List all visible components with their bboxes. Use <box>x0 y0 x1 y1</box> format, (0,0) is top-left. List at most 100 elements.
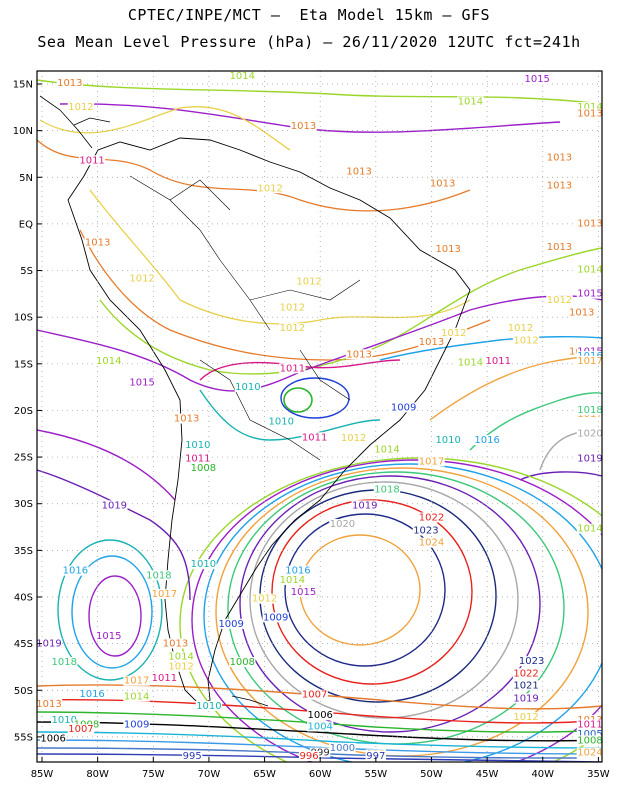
longitude-tick-label: 80W <box>86 769 109 780</box>
isobar-value-label: 1023 <box>519 656 544 667</box>
isobar-value-label: 1016 <box>63 566 88 577</box>
isobar-value-label: 1017 <box>124 676 149 687</box>
latitude-tick-label: 50S <box>14 686 33 697</box>
isobar-value-label: 1012 <box>513 335 538 346</box>
isobar-value-label: 1012 <box>296 277 321 288</box>
isobar-value-label: 1011 <box>152 673 177 684</box>
isobar-value-label: 1010 <box>185 440 210 451</box>
isobar-value-label: 1017 <box>419 457 444 468</box>
isobar-value-label: 1019 <box>513 693 538 704</box>
isobar-value-label: 1011 <box>302 432 327 443</box>
isobar-value-label: 1012 <box>129 274 154 285</box>
isobar-value-label: 1010 <box>196 701 221 712</box>
isobar-value-label: 1013 <box>577 109 602 120</box>
isobar-value-label: 1013 <box>430 179 455 190</box>
isobar-value-label: 1014 <box>124 692 149 703</box>
longitude-tick-label: 50W <box>420 769 443 780</box>
isobar-value-label: 1019 <box>352 500 377 511</box>
isobar-value-label: 1024 <box>577 748 602 759</box>
isobar-value-label: 1015 <box>524 74 549 85</box>
isobar-value-label: 1013 <box>163 638 188 649</box>
isobar-value-label: 1012 <box>68 102 93 113</box>
isobar-value-label: 1011 <box>79 155 104 166</box>
isobar-value-label: 1000 <box>330 743 355 754</box>
isobar-value-label: 1012 <box>252 594 277 605</box>
isobar-value-label: 1007 <box>68 724 93 735</box>
isobar-value-label: 1018 <box>146 570 171 581</box>
latitude-tick-label: 5S <box>20 266 33 277</box>
longitude-tick-label: 75W <box>142 769 165 780</box>
isobar-value-label: 1018 <box>577 405 602 416</box>
isobar-value-label: 1012 <box>257 183 282 194</box>
latitude-tick-label: EQ <box>19 219 33 230</box>
isobar-value-label: 1008 <box>191 463 216 474</box>
isobar-value-label: 1022 <box>513 668 538 679</box>
latitude-tick-label: 15N <box>13 80 33 91</box>
longitude-tick-label: 65W <box>253 769 276 780</box>
latitude-tick-label: 40S <box>14 592 33 603</box>
latitude-tick-label: 5N <box>19 173 33 184</box>
longitude-tick-label: 40W <box>531 769 554 780</box>
isobar-value-label: 1008 <box>577 735 602 746</box>
isobar-value-label: 1013 <box>346 349 371 360</box>
isobar-value-label: 1007 <box>302 690 327 701</box>
longitude-tick-label: 55W <box>365 769 388 780</box>
longitude-tick-label: 45W <box>476 769 499 780</box>
longitude-tick-label: 70W <box>198 769 221 780</box>
isobar-value-label: 1009 <box>391 402 416 413</box>
isobar-value-label: 1017 <box>577 356 602 367</box>
isobar-value-label: 1015 <box>129 377 154 388</box>
isobar-value-label: 1013 <box>569 307 594 318</box>
isobar-value-label: 1016 <box>474 435 499 446</box>
isobar-value-label: 1009 <box>124 720 149 731</box>
isobar-value-label: 1014 <box>96 356 121 367</box>
isobar-value-label: 1023 <box>413 526 438 537</box>
latitude-tick-label: 10N <box>13 126 33 137</box>
isobar-value-label: 1015 <box>96 631 121 642</box>
isobar-value-label: 1014 <box>280 575 305 586</box>
isobar-value-label: 1013 <box>85 237 110 248</box>
isobar-value-label: 1010 <box>269 416 294 427</box>
isobar-value-label: 1017 <box>152 589 177 600</box>
isobar-value-label: 1013 <box>174 414 199 425</box>
isobar-value-label: 1015 <box>577 289 602 300</box>
isobar-value-label: 1014 <box>577 264 602 275</box>
latitude-tick-label: 15S <box>14 359 33 370</box>
isobar-value-label: 1020 <box>577 429 602 440</box>
isobar-value-label: 1019 <box>577 454 602 465</box>
isobar-value-label: 1010 <box>435 435 460 446</box>
isobar-value-label: 1012 <box>513 712 538 723</box>
latitude-tick-label: 10S <box>14 313 33 324</box>
isobar-value-label: 1009 <box>263 612 288 623</box>
isobar-value-label: 1008 <box>230 657 255 668</box>
isobar-value-label: 1014 <box>458 358 483 369</box>
isobar-value-label: 1012 <box>508 323 533 334</box>
isobar-value-label: 1024 <box>419 538 444 549</box>
isobar-value-label: 1013 <box>547 242 572 253</box>
isobar-value-label: 1013 <box>547 152 572 163</box>
isobar-value-label: 1013 <box>57 78 82 89</box>
isobar-value-label: 1010 <box>191 559 216 570</box>
isobar-value-label: 1013 <box>419 337 444 348</box>
latitude-tick-label: 30S <box>14 499 33 510</box>
isobar-value-label: 1018 <box>374 485 399 496</box>
isobar-value-label: 1013 <box>346 166 371 177</box>
longitude-tick-label: 85W <box>31 769 54 780</box>
isobar-value-label: 1012 <box>168 662 193 673</box>
isobar-value-label: 1012 <box>280 303 305 314</box>
latitude-tick-label: 35S <box>14 546 33 557</box>
isobar-value-label: 1014 <box>374 444 399 455</box>
isobar-value-label: 1004 <box>307 721 332 732</box>
isobar-value-label: 1006 <box>40 734 65 745</box>
isobar-value-label: 1013 <box>36 699 61 710</box>
isobar-value-label: 1018 <box>52 657 77 668</box>
latitude-tick-label: 20S <box>14 406 33 417</box>
pressure-map: 101310121014 1015101410141013101110131013… <box>13 70 610 780</box>
isobar-value-label: 995 <box>183 751 202 762</box>
isobar-value-label: 1012 <box>280 323 305 334</box>
longitude-tick-label: 60W <box>309 769 332 780</box>
isobar-value-label: 1020 <box>330 519 355 530</box>
isobar-value-label: 1013 <box>577 219 602 230</box>
latitude-tick-label: 45S <box>14 639 33 650</box>
latitude-tick-label: 55S <box>14 732 33 743</box>
